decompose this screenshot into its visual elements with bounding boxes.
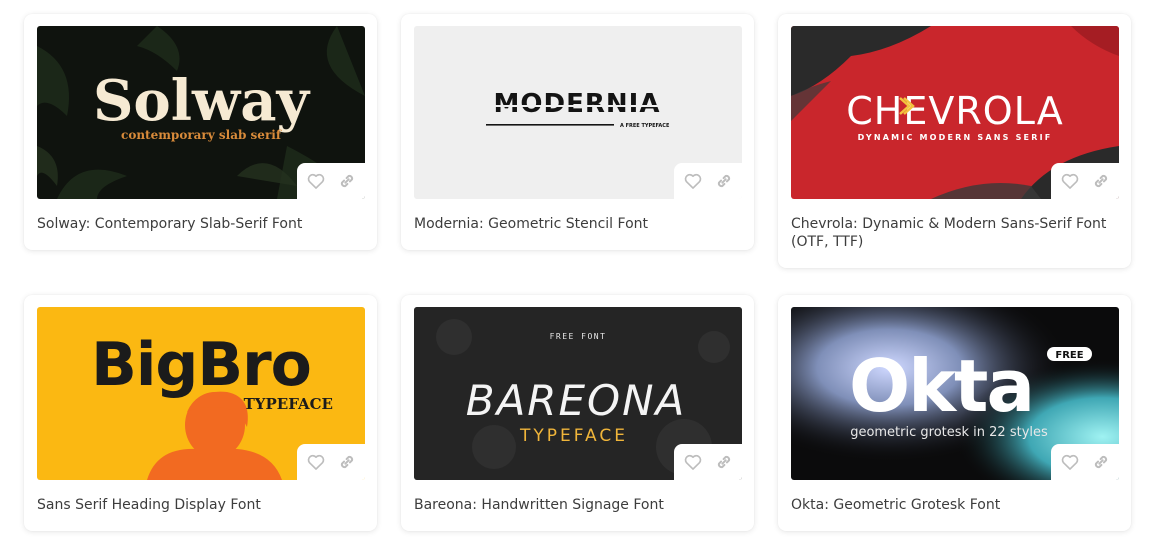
font-preview-image[interactable]: MODERNIA A FREE TYPEFACE — [414, 26, 742, 199]
link-icon[interactable] — [1091, 171, 1111, 191]
preview-subtitle: geometric grotesk in 22 styles — [850, 425, 1048, 440]
font-preview-image[interactable]: Okta FREE geometric grotesk in 22 styles — [791, 307, 1119, 480]
font-card[interactable]: Okta FREE geometric grotesk in 22 styles… — [778, 295, 1131, 531]
card-actions — [674, 444, 742, 480]
preview-headline: BigBro — [91, 330, 311, 400]
font-card[interactable]: CHEVROLA DYNAMIC MODERN SANS SERIF Chevr… — [778, 14, 1131, 268]
heart-icon[interactable] — [306, 452, 326, 472]
font-card[interactable]: Solway contemporary slab serif Solway: C… — [24, 14, 377, 250]
font-preview-image[interactable]: Solway contemporary slab serif — [37, 26, 365, 199]
font-preview-image[interactable]: CHEVROLA DYNAMIC MODERN SANS SERIF — [791, 26, 1119, 199]
font-title[interactable]: Sans Serif Heading Display Font — [37, 496, 357, 514]
preview-headline: Okta — [849, 344, 1033, 428]
font-card[interactable]: FREE FONT BAREONA TYPEFACE Bareona: Hand… — [401, 295, 754, 531]
heart-icon[interactable] — [1060, 452, 1080, 472]
font-title[interactable]: Solway: Contemporary Slab-Serif Font — [37, 215, 357, 233]
card-actions — [674, 163, 742, 199]
heart-icon[interactable] — [1060, 171, 1080, 191]
heart-icon[interactable] — [306, 171, 326, 191]
preview-headline: MODERNIA — [494, 89, 661, 119]
font-title[interactable]: Okta: Geometric Grotesk Font — [791, 496, 1111, 514]
preview-headline: Solway — [93, 68, 311, 134]
preview-subtitle: TYPEFACE — [244, 395, 333, 413]
preview-subtitle: DYNAMIC MODERN SANS SERIF — [858, 133, 1053, 142]
font-card[interactable]: BigBro TYPEFACE Sans Serif Heading Displ… — [24, 295, 377, 531]
card-actions — [1051, 163, 1119, 199]
font-preview-image[interactable]: FREE FONT BAREONA TYPEFACE — [414, 307, 742, 480]
link-icon[interactable] — [337, 452, 357, 472]
font-title[interactable]: Bareona: Handwritten Signage Font — [414, 496, 734, 514]
link-icon[interactable] — [714, 171, 734, 191]
link-icon[interactable] — [337, 171, 357, 191]
heart-icon[interactable] — [683, 452, 703, 472]
preview-subtitle: TYPEFACE — [519, 426, 628, 446]
card-actions — [1051, 444, 1119, 480]
font-preview-image[interactable]: BigBro TYPEFACE — [37, 307, 365, 480]
preview-badge: FREE — [1055, 350, 1083, 361]
preview-headline: BAREONA — [466, 376, 686, 425]
heart-icon[interactable] — [683, 171, 703, 191]
card-actions — [297, 163, 365, 199]
font-title[interactable]: Modernia: Geometric Stencil Font — [414, 215, 734, 233]
card-actions — [297, 444, 365, 480]
link-icon[interactable] — [714, 452, 734, 472]
preview-headline: CHEVROLA — [846, 89, 1063, 133]
font-title[interactable]: Chevrola: Dynamic & Modern Sans-Serif Fo… — [791, 215, 1111, 251]
font-card[interactable]: MODERNIA A FREE TYPEFACE Modernia: Geome… — [401, 14, 754, 250]
preview-subtitle: A FREE TYPEFACE — [620, 123, 670, 129]
preview-top-label: FREE FONT — [550, 332, 607, 341]
link-icon[interactable] — [1091, 452, 1111, 472]
preview-subtitle: contemporary slab serif — [121, 128, 282, 142]
